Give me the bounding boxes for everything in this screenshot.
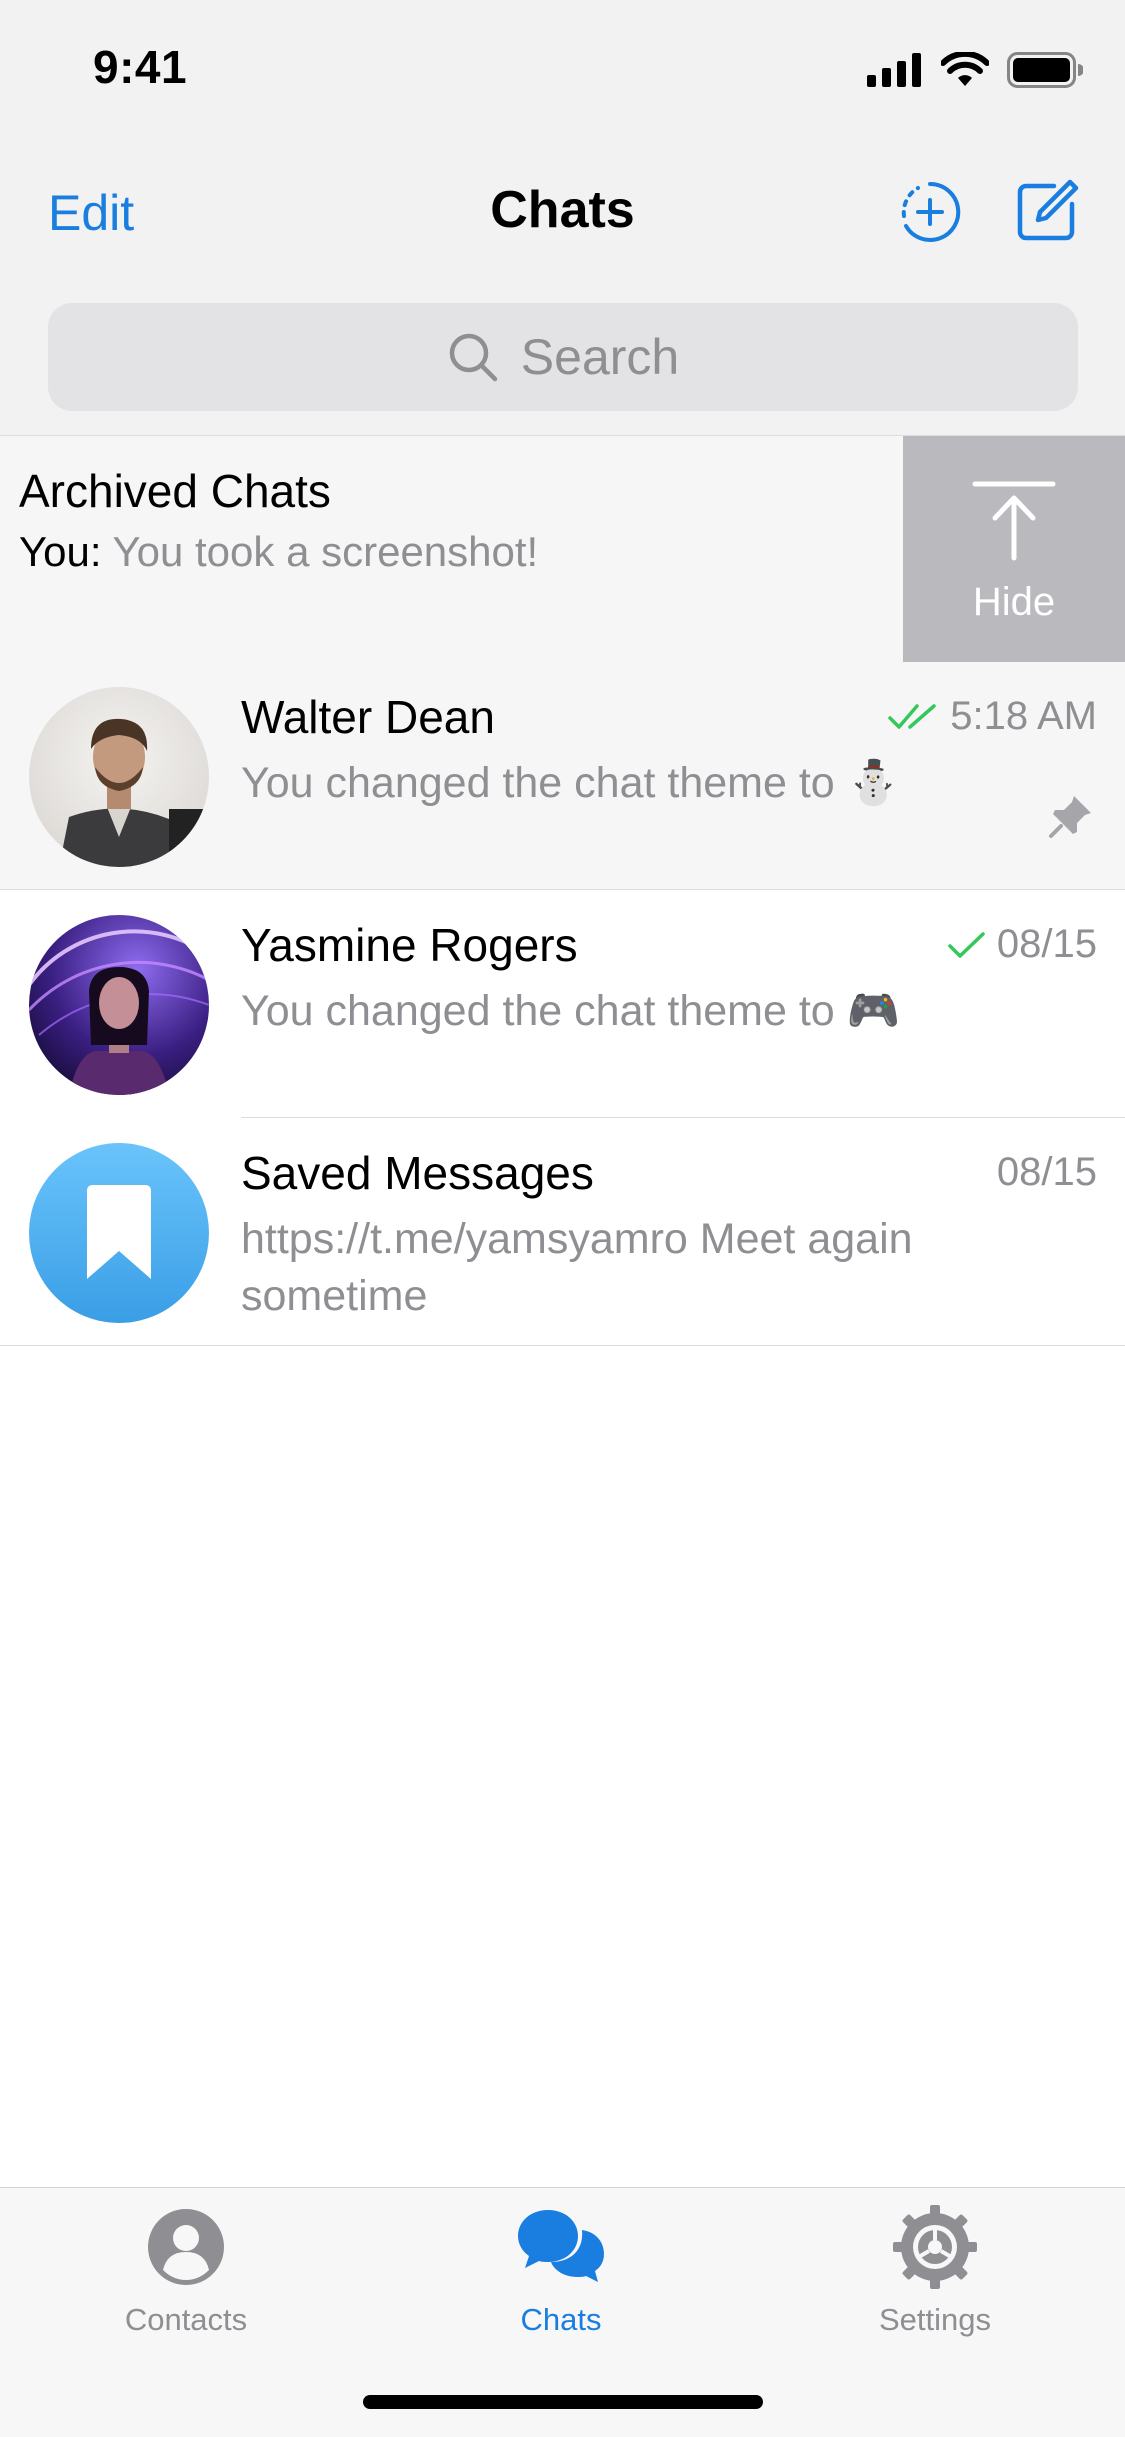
chat-preview: You changed the chat theme to ⛄ [241,759,901,807]
chat-bubbles-icon [518,2210,604,2282]
hide-label: Hide [972,580,1056,624]
nav-bar: Edit Chats Search [0,140,1125,435]
home-indicator [363,2395,763,2409]
pin-icon [1049,796,1091,838]
avatar [29,687,209,867]
hide-archive-button[interactable]: Hide [903,436,1125,662]
chat-time: 08/15 [947,922,1097,967]
archived-preview-line: You: You took a screenshot! [19,528,538,576]
gear-icon [893,2205,977,2289]
chat-time-label: 08/15 [996,922,1097,966]
archived-preview: You took a screenshot! [112,528,539,575]
avatar [29,1143,209,1323]
arrow-up-to-line-icon [972,481,1056,561]
archived-sender: You: [19,528,102,575]
status-icons [867,50,1083,90]
status-bar: 9:41 [0,0,1125,140]
chat-time: 08/15 [997,1150,1097,1195]
chat-time-label: 08/15 [996,1150,1097,1194]
new-story-icon[interactable] [898,180,962,244]
chat-time-label: 5:18 AM [950,694,1097,738]
chat-name: Walter Dean [241,691,495,743]
archived-chats-title: Archived Chats [19,465,331,517]
chat-name: Saved Messages [241,1147,594,1199]
archived-chats-row[interactable]: Archived Chats You: You took a screensho… [0,435,1125,662]
tab-label: Settings [878,2302,991,2337]
search-icon [449,333,498,382]
tab-chats[interactable]: Chats [441,2202,681,2338]
tab-settings[interactable]: Settings [815,2202,1055,2338]
chat-row-saved-messages[interactable]: Saved Messages 08/15 https://t.me/yamsya… [0,1118,1125,1346]
chat-preview: You changed the chat theme to 🎮 [241,987,901,1035]
status-time: 9:41 [93,41,188,93]
chat-preview: https://t.me/yamsyamro Meet again someti… [241,1215,913,1320]
chat-row-yasmine-rogers[interactable]: Yasmine Rogers 08/15 You changed the cha… [0,890,1125,1118]
compose-icon[interactable] [1014,178,1080,244]
chat-time: 5:18 AM [888,694,1097,739]
wifi-icon [941,52,989,86]
tab-contacts[interactable]: Contacts [66,2202,306,2338]
chat-row-walter-dean[interactable]: Walter Dean 5:18 AM You changed the chat… [0,662,1125,890]
avatar [29,915,209,1095]
person-icon [148,2209,224,2285]
cellular-signal-icon [867,53,921,87]
tab-label: Contacts [124,2302,248,2337]
row-divider [0,1345,1125,1346]
search-input[interactable]: Search [48,303,1078,411]
double-check-icon [888,703,936,729]
chat-name: Yasmine Rogers [241,919,578,971]
search-placeholder: Search [520,329,680,385]
battery-icon [1007,52,1083,88]
tab-label: Chats [520,2302,602,2337]
single-check-icon [948,931,985,958]
